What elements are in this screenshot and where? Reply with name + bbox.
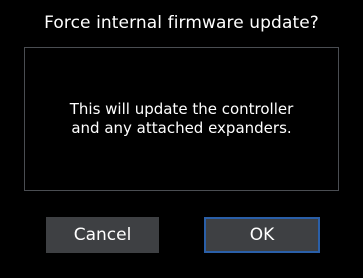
message-line-2: and any attached expanders. xyxy=(71,119,292,137)
message-box: This will update the controller and any … xyxy=(24,47,339,191)
dialog-title: Force internal firmware update? xyxy=(44,13,319,33)
firmware-update-dialog: Force internal firmware update? This wil… xyxy=(0,0,363,278)
ok-button[interactable]: OK xyxy=(204,217,320,253)
message-line-1: This will update the controller xyxy=(69,100,294,118)
cancel-button[interactable]: Cancel xyxy=(46,217,159,253)
